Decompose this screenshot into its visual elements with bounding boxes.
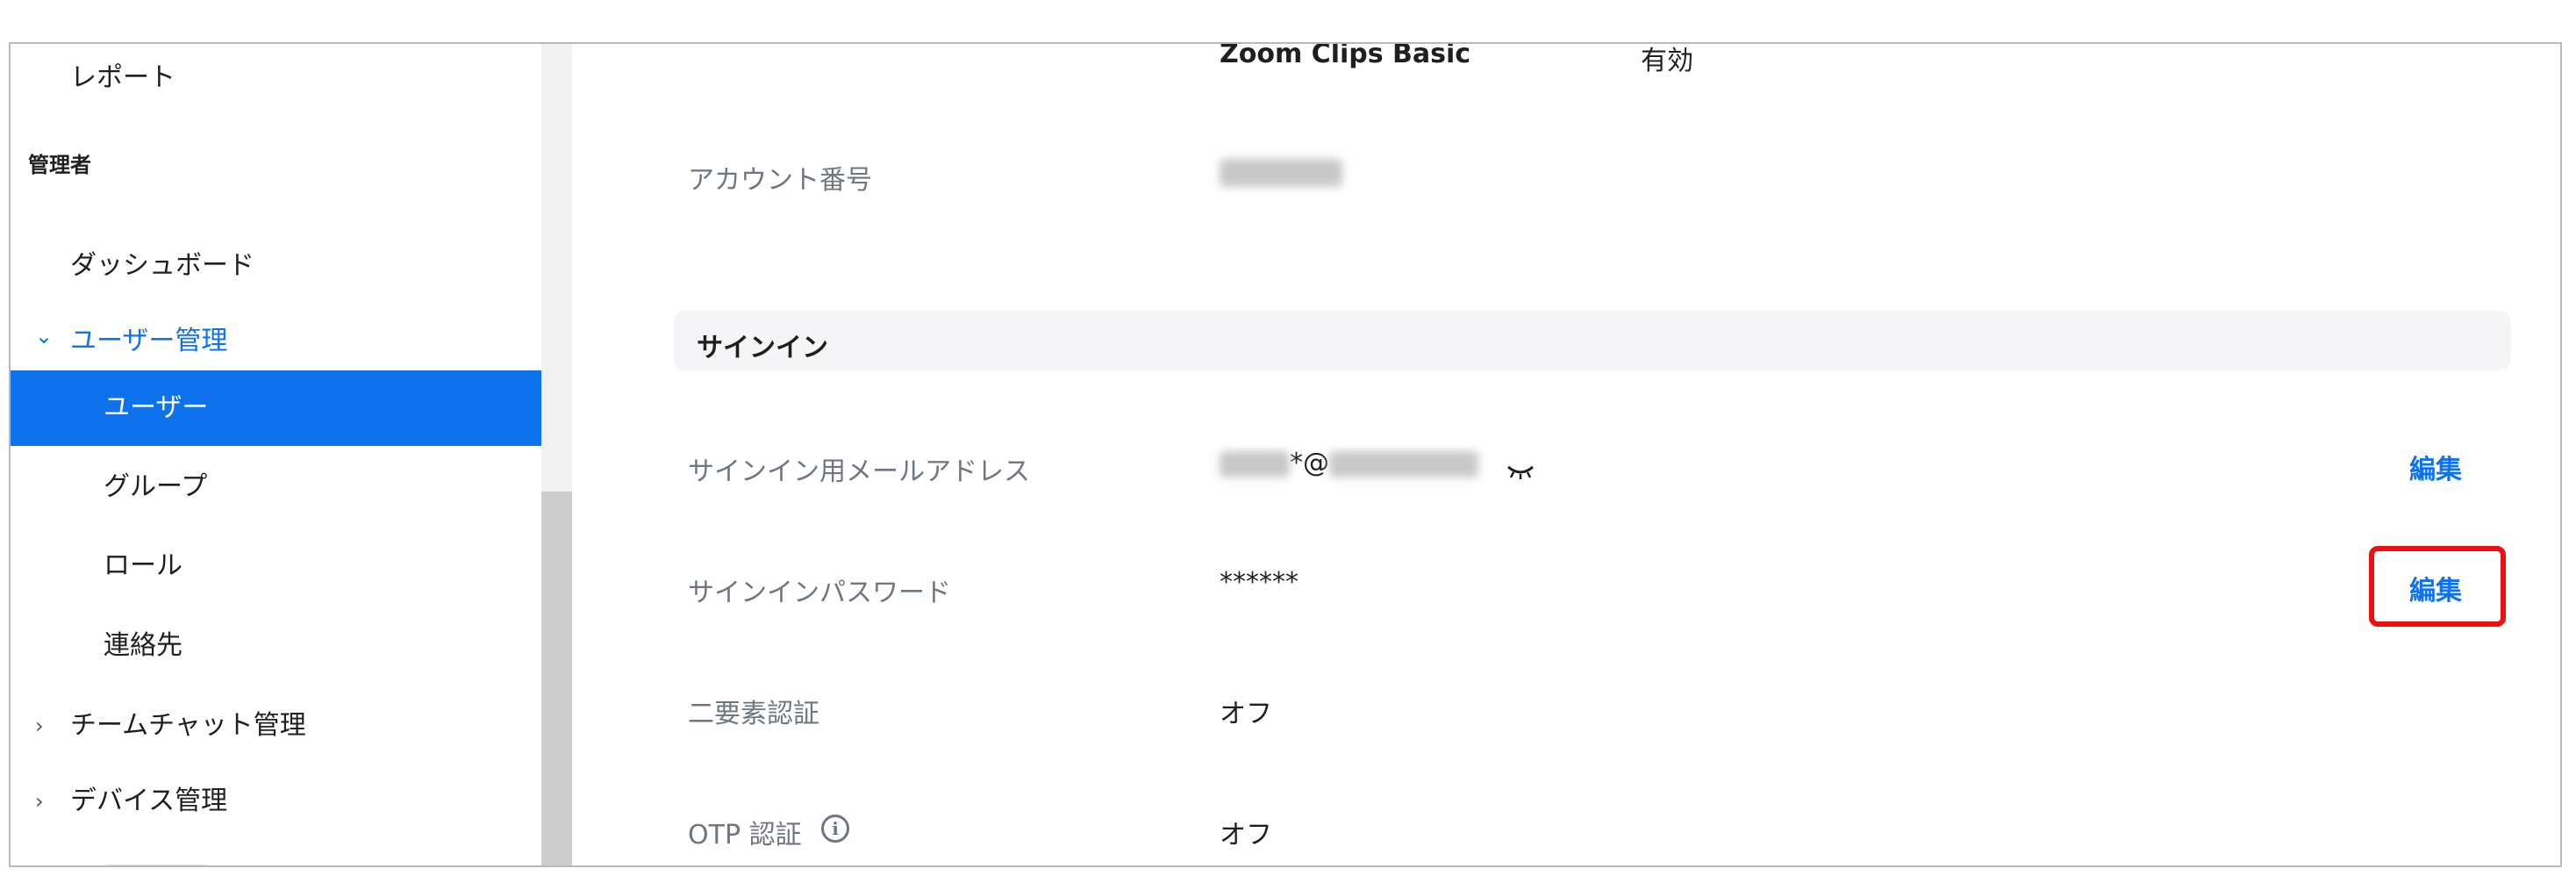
sidebar-item-label: ロール <box>104 550 182 581</box>
signin-email-label: サインイン用メールアドレス <box>688 456 1030 487</box>
signin-section-header: サインイン <box>674 311 2511 370</box>
sidebar-item-contacts[interactable]: 連絡先 <box>11 608 541 684</box>
chevron-down-icon: ⌄ <box>35 324 54 348</box>
sidebar-item-label: グループ <box>104 471 208 502</box>
plan-status: 有効 <box>1641 46 1693 76</box>
sidebar-item-label: チームチャット管理 <box>70 710 306 741</box>
sidebar-item-label: デバイス管理 <box>70 786 228 816</box>
sidebar-item-label: 連絡先 <box>104 630 182 661</box>
account-number-label: アカウント番号 <box>688 165 872 196</box>
otp-label: OTP 認証 <box>688 820 802 851</box>
email-local-redacted <box>1220 450 1290 477</box>
email-visible-part: *@ <box>1290 448 1329 478</box>
sidebar-item-groups[interactable]: グループ <box>11 449 541 525</box>
sidebar-item-device-management[interactable]: › デバイス管理 <box>11 764 541 839</box>
account-number-value <box>1220 156 1342 187</box>
sidebar-item-team-chat-management[interactable]: › チームチャット管理 <box>11 688 541 764</box>
sidebar-item-dashboard[interactable]: ダッシュボード <box>11 228 541 304</box>
signin-password-label: サインインパスワード <box>688 578 951 608</box>
sidebar-item-report[interactable]: レポート <box>11 44 541 112</box>
app-window: レポート 管理者 ダッシュボード ⌄ ユーザー管理 ユーザー グループ ロール … <box>9 42 2562 867</box>
two-factor-label: 二要素認証 <box>688 699 819 729</box>
info-icon[interactable]: i <box>821 815 849 843</box>
chevron-right-icon: › <box>35 789 44 814</box>
eye-closed-icon[interactable] <box>1505 460 1536 481</box>
email-domain-redacted <box>1329 450 1478 477</box>
sidebar-item-user-management[interactable]: ⌄ ユーザー管理 <box>11 304 541 379</box>
sidebar-item-label: ユーザー管理 <box>70 326 228 356</box>
sidebar-scrollbar-thumb[interactable] <box>541 492 572 865</box>
sidebar-item-label: ダッシュボード <box>70 250 254 281</box>
sidebar-item-label: レポート <box>70 62 175 93</box>
sidebar-item-cutoff <box>104 857 244 865</box>
sidebar: レポート 管理者 ダッシュボード ⌄ ユーザー管理 ユーザー グループ ロール … <box>11 44 572 865</box>
sidebar-item-users[interactable]: ユーザー <box>11 370 541 446</box>
two-factor-value: オフ <box>1220 699 1272 729</box>
edit-email-button[interactable]: 編集 <box>2409 448 2462 486</box>
account-number-redacted <box>1220 158 1342 187</box>
admin-section-title: 管理者 <box>28 153 91 177</box>
main-content: Zoom Clips Basic 有効 アカウント番号 サインイン サインイン用… <box>572 44 2560 865</box>
highlight-annotation <box>2369 546 2506 627</box>
sidebar-item-roles[interactable]: ロール <box>11 528 541 604</box>
sidebar-item-label: ユーザー <box>104 392 209 423</box>
plan-name: Zoom Clips Basic <box>1220 42 1471 69</box>
sidebar-item-cutoff-label <box>104 864 209 865</box>
chevron-right-icon: › <box>35 714 44 738</box>
signin-email-value: *@ <box>1220 448 1478 478</box>
signin-password-value: ****** <box>1220 567 1299 598</box>
signin-section-title: サインイン <box>697 333 828 363</box>
otp-value: オフ <box>1220 820 1272 851</box>
sidebar-nav: レポート 管理者 ダッシュボード ⌄ ユーザー管理 ユーザー グループ ロール … <box>11 44 541 865</box>
